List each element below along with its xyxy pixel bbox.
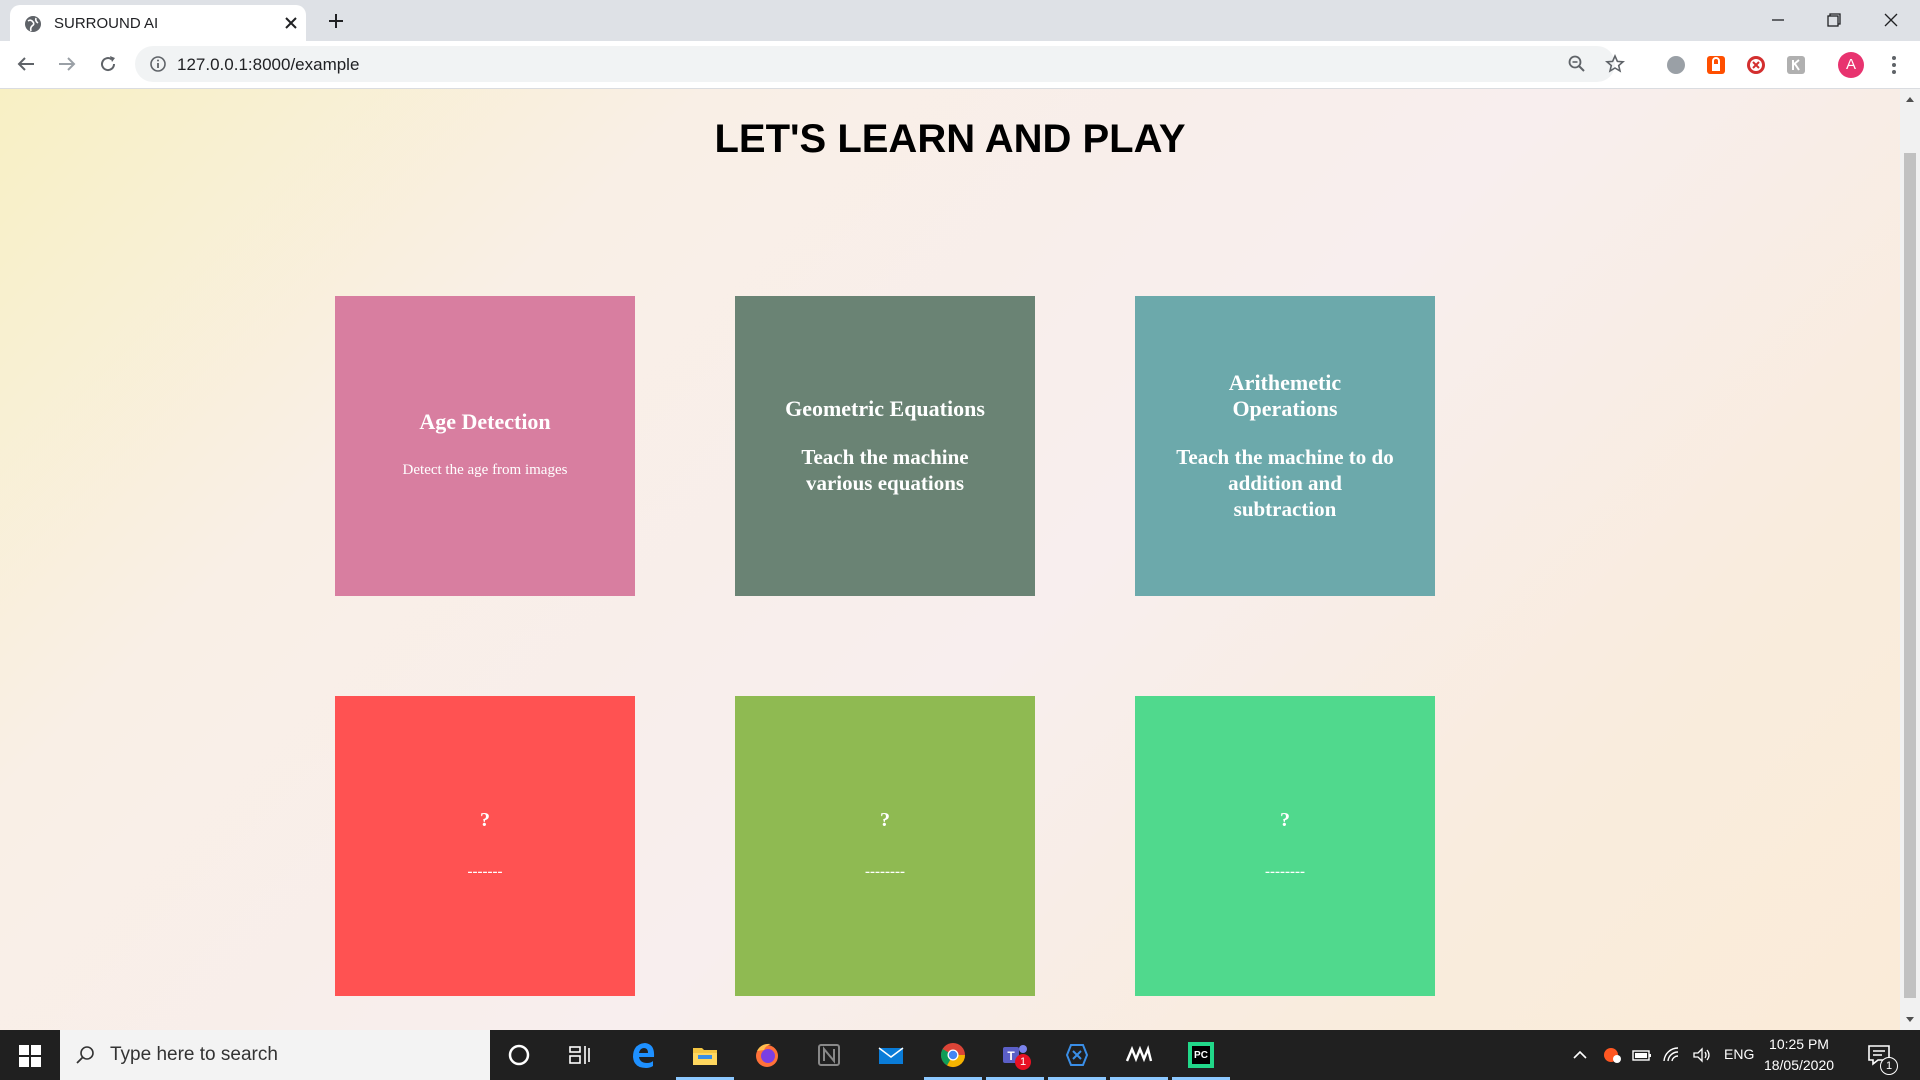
card-title: ? (1280, 809, 1290, 831)
teams-badge: 1 (1015, 1054, 1031, 1070)
card-description: -------- (865, 864, 905, 880)
card-description: -------- (1265, 864, 1305, 880)
zoom-icon[interactable] (1567, 54, 1587, 74)
search-icon (76, 1046, 94, 1064)
page-heading: LET'S LEARN AND PLAY (714, 117, 1186, 161)
search-placeholder: Type here to search (110, 1044, 278, 1065)
tab-strip: SURROUND AI (0, 0, 1920, 41)
new-tab-icon[interactable] (326, 11, 346, 31)
close-window-icon[interactable] (1879, 8, 1903, 32)
scroll-up-arrow-icon[interactable] (1905, 95, 1915, 103)
volume-icon[interactable] (1692, 1046, 1712, 1064)
browser-toolbar: 127.0.0.1:8000/example A (0, 41, 1920, 89)
firefox-icon[interactable] (751, 1039, 783, 1071)
card-age-detection[interactable]: Age Detection Detect the age from images (335, 296, 635, 596)
card-geometric-equations[interactable]: Geometric Equations Teach the machine va… (735, 296, 1035, 596)
system-clock[interactable]: 10:25 PM 18/05/2020 (1760, 1034, 1838, 1076)
card-placeholder-2[interactable]: ? -------- (735, 696, 1035, 996)
cortana-icon[interactable] (503, 1039, 535, 1071)
notion-icon[interactable] (813, 1039, 845, 1071)
reload-icon[interactable] (96, 52, 120, 76)
browser-tab[interactable]: SURROUND AI (10, 5, 306, 41)
card-title: ? (480, 809, 490, 831)
windows-start-icon[interactable] (19, 1045, 41, 1067)
extension-compass-icon[interactable] (1665, 54, 1687, 76)
edge-icon[interactable] (627, 1039, 659, 1071)
pycharm-icon[interactable]: PC (1185, 1039, 1217, 1071)
browser-menu-icon[interactable] (1884, 54, 1904, 76)
windows-taskbar: Type here to search T 1 PC ENG 10:25 PM … (0, 1030, 1920, 1080)
card-description: Detect the age from images (402, 462, 568, 478)
scroll-down-arrow-icon[interactable] (1905, 1016, 1915, 1024)
svg-text:PC: PC (1194, 1050, 1208, 1061)
card-title: Geometric Equations (785, 396, 985, 421)
card-arithmetic-operations[interactable]: Arithemetic Operations Teach the machine… (1135, 296, 1435, 596)
back-icon[interactable] (14, 52, 38, 76)
site-info-icon[interactable] (149, 55, 167, 73)
language-indicator[interactable]: ENG (1724, 1046, 1754, 1062)
file-explorer-icon[interactable] (689, 1039, 721, 1071)
url-text: 127.0.0.1:8000/example (177, 55, 360, 74)
taskbar-search-box[interactable]: Type here to search (60, 1030, 490, 1080)
show-hidden-icons-icon[interactable] (1570, 1046, 1590, 1064)
card-title: ? (880, 809, 890, 831)
wifi-icon[interactable] (1662, 1046, 1682, 1064)
page-scrollbar[interactable] (1900, 89, 1920, 1030)
bookmark-star-icon[interactable] (1605, 54, 1625, 74)
scrollbar-thumb[interactable] (1904, 153, 1916, 998)
notification-badge: 1 (1880, 1057, 1898, 1075)
task-view-icon[interactable] (564, 1039, 596, 1071)
profile-avatar[interactable]: A (1838, 52, 1864, 78)
clock-time: 10:25 PM (1769, 1036, 1829, 1052)
minimize-icon[interactable] (1766, 8, 1790, 32)
tab-title: SURROUND AI (54, 15, 159, 32)
extension-lock-icon[interactable] (1705, 54, 1727, 76)
clock-date: 18/05/2020 (1763, 1057, 1835, 1073)
battery-icon[interactable] (1632, 1046, 1652, 1064)
mail-icon[interactable] (875, 1039, 907, 1071)
mw-app-icon[interactable] (1123, 1039, 1155, 1071)
card-placeholder-3[interactable]: ? -------- (1135, 696, 1435, 996)
page-content: LET'S LEARN AND PLAY Age Detection Detec… (0, 89, 1900, 1030)
tray-app-icon[interactable] (1602, 1046, 1622, 1064)
address-bar[interactable]: 127.0.0.1:8000/example (135, 46, 1625, 82)
close-tab-icon[interactable] (282, 14, 300, 32)
restore-icon[interactable] (1822, 8, 1846, 32)
card-title: Age Detection (419, 409, 551, 434)
visual-studio-icon[interactable] (1061, 1039, 1093, 1071)
card-title: Arithemetic Operations (1228, 370, 1342, 421)
card-description: ------- (467, 864, 503, 880)
globe-icon (25, 16, 41, 32)
chrome-icon[interactable] (937, 1039, 969, 1071)
extension-gray-icon[interactable] (1785, 54, 1807, 76)
forward-icon[interactable] (55, 52, 79, 76)
extension-block-icon[interactable] (1745, 54, 1767, 76)
card-description: Teach the machine various equations (801, 445, 969, 495)
card-description: Teach the machine to do addition and sub… (1176, 445, 1394, 521)
card-placeholder-1[interactable]: ? ------- (335, 696, 635, 996)
